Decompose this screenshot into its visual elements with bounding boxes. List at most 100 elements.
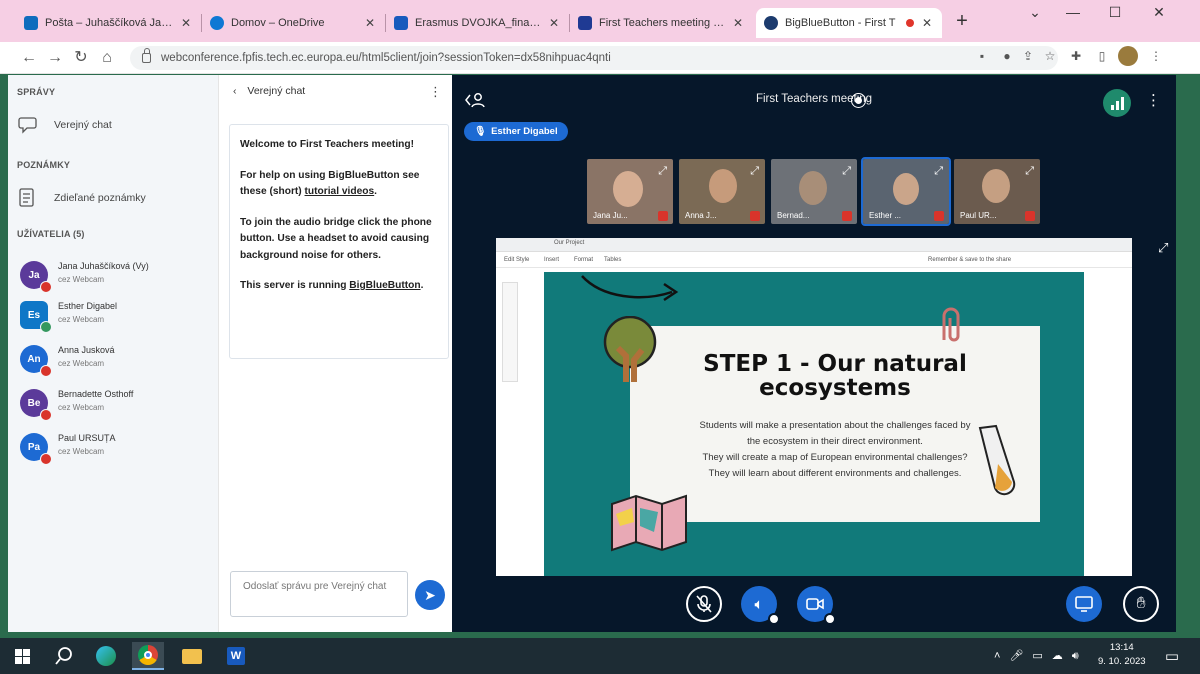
raise-hand-button[interactable]: ✋︎ [1123, 586, 1159, 622]
meeting-area: First Teachers meeting ⋮ 🎙 Esther Digabel… [452, 75, 1176, 632]
file-explorer-icon[interactable] [176, 642, 208, 670]
user-status: cez Webcam [58, 359, 105, 368]
public-chat-item[interactable]: Verejný chat [18, 115, 112, 135]
expand-icon: ⤢ [842, 165, 851, 177]
address-bar[interactable]: webconference.fpfis.tech.ec.europa.eu/ht… [130, 46, 1058, 70]
webcam-tile[interactable]: ⤢ Jana Ju... [587, 159, 673, 224]
muted-mic-icon [750, 211, 760, 221]
system-tray-icons[interactable]: ˄🎤︎▭☁︎🔊︎ [994, 649, 1088, 663]
user-list-item[interactable]: Be Bernadette Osthoff cez Webcam [20, 389, 215, 429]
close-window-button[interactable]: ✕ [1142, 4, 1176, 26]
home-icon[interactable]: ⌂ [96, 48, 118, 68]
share-icon[interactable]: ⇪ [1018, 46, 1038, 66]
muted-mic-badge-icon [40, 365, 52, 377]
connection-status-icon[interactable] [1103, 89, 1131, 117]
hand-icon: ✋︎ [1136, 595, 1146, 612]
shared-doc-toolbar [502, 282, 518, 382]
shared-doc-menu: Edit Style Insert Format Tables Remember… [496, 252, 1132, 268]
chevron-down-icon [824, 613, 836, 625]
mute-mic-button[interactable] [686, 586, 722, 622]
lock-icon [142, 48, 151, 63]
webcam-tile[interactable]: ⤢ Paul UR... [954, 159, 1040, 224]
video-camera-icon [806, 598, 824, 610]
tutorial-link[interactable]: tutorial videos [305, 186, 375, 197]
camera-icon[interactable]: ▪ [972, 46, 992, 66]
maximize-button[interactable]: ☐ [1098, 4, 1132, 26]
chevron-down-icon [768, 613, 780, 625]
muted-mic-icon [658, 211, 668, 221]
muted-mic-icon [934, 211, 944, 221]
help-text: For help on using BigBlueButton see thes… [240, 169, 420, 198]
reload-icon[interactable]: ↻ [70, 48, 92, 68]
windows-taskbar: W ˄🎤︎▭☁︎🔊︎ 13:14 9. 10. 2023 ▭ [0, 638, 1200, 674]
browser-tab-onedrive[interactable]: Domov – OneDrive ✕ [202, 8, 385, 38]
user-list-sidebar: SPRÁVY Verejný chat POZNÁMKY Zdieľané po… [8, 75, 218, 632]
microphone-icon[interactable]: ● [997, 46, 1017, 66]
recording-indicator-icon[interactable] [851, 93, 866, 108]
user-status: cez Webcam [58, 403, 105, 412]
close-icon[interactable]: ✕ [363, 16, 377, 30]
meeting-options-icon[interactable]: ⋮ [1146, 91, 1161, 109]
expand-icon: ⤢ [658, 165, 667, 177]
url-text: webconference.fpfis.tech.ec.europa.eu/ht… [161, 52, 611, 64]
presentation-button[interactable] [1066, 586, 1102, 622]
bbb-link[interactable]: BigBlueButton [349, 280, 420, 291]
user-list-item[interactable]: Es Esther Digabel cez Webcam [20, 301, 215, 341]
webcam-tile[interactable]: ⤢ Esther ... [861, 157, 951, 226]
eu-flag-icon [578, 16, 592, 30]
chrome-icon[interactable] [132, 642, 164, 670]
browser-tab-bbb[interactable]: BigBlueButton - First T ✕ [756, 8, 942, 38]
tab-title: First Teachers meeting | E [599, 17, 725, 29]
microphone-icon: 🎙 [474, 126, 487, 137]
shared-notes-label: Zdieľané poznámky [54, 192, 146, 204]
word-icon [394, 16, 408, 30]
edge-icon[interactable] [90, 642, 122, 670]
browser-tab-mail[interactable]: Pošta – Juhaščíková Jana – ✕ [16, 8, 201, 38]
windows-start-icon[interactable] [6, 642, 38, 670]
audio-button[interactable]: 🔈︎ [741, 586, 780, 625]
speaker-icon: 🔈︎ [754, 595, 764, 613]
user-status: cez Webcam [58, 315, 105, 324]
close-icon[interactable]: ✕ [179, 16, 193, 30]
user-list-item[interactable]: Pa Paul URSUȚA cez Webcam [20, 433, 215, 473]
browser-tab-eu[interactable]: First Teachers meeting | E ✕ [570, 8, 753, 38]
back-arrow-icon[interactable]: ← [18, 48, 40, 68]
notifications-icon[interactable]: ▭ [1156, 642, 1188, 670]
chat-header[interactable]: ‹ Verejný chat [233, 85, 305, 97]
profile-avatar[interactable] [1118, 46, 1138, 66]
user-name: Bernadette Osthoff [58, 389, 134, 399]
tab-title: Domov – OneDrive [231, 17, 325, 29]
chat-options-icon[interactable]: ⋮ [429, 84, 442, 100]
shared-notes-item[interactable]: Zdieľané poznámky [18, 187, 146, 209]
sidepanel-icon[interactable]: ▯ [1092, 46, 1112, 66]
search-icon[interactable] [48, 642, 80, 670]
muted-mic-badge-icon [40, 281, 52, 293]
tab-search-icon[interactable]: ⌄ [1018, 4, 1052, 26]
chrome-menu-icon[interactable]: ⋮ [1146, 46, 1166, 66]
webcam-button[interactable] [797, 586, 836, 625]
forward-arrow-icon[interactable]: → [44, 48, 66, 68]
user-list-item[interactable]: Ja Jana Juhaščíková (Vy) cez Webcam [20, 261, 215, 301]
browser-tab-word[interactable]: Erasmus DVOJKA_final.doc ✕ [386, 8, 569, 38]
minimize-button[interactable]: — [1056, 4, 1090, 26]
word-icon[interactable]: W [220, 642, 252, 670]
extensions-icon[interactable]: ✚ [1066, 46, 1086, 66]
avatar: An [20, 345, 52, 377]
fullscreen-icon[interactable]: ⤢ [1158, 240, 1168, 256]
clock-time: 13:14 [1109, 642, 1134, 653]
muted-mic-badge-icon [40, 409, 52, 421]
new-tab-button[interactable]: + [950, 10, 974, 34]
recording-dot-icon [906, 19, 914, 27]
chevron-left-icon[interactable]: ‹ [233, 85, 237, 97]
send-message-button[interactable]: ➤ [415, 580, 445, 610]
user-list-item[interactable]: An Anna Jusková cez Webcam [20, 345, 215, 385]
taskbar-clock[interactable]: 13:14 9. 10. 2023 [1098, 641, 1146, 669]
close-icon[interactable]: ✕ [731, 16, 745, 30]
webcam-tile[interactable]: ⤢ Anna J... [679, 159, 765, 224]
notes-header: POZNÁMKY [17, 160, 71, 170]
webcam-tile[interactable]: ⤢ Bernad... [771, 159, 857, 224]
chat-message-input[interactable]: Odoslať správu pre Verejný chat [230, 571, 408, 617]
close-icon[interactable]: ✕ [547, 16, 561, 30]
bookmark-star-icon[interactable]: ☆ [1040, 46, 1060, 66]
close-icon[interactable]: ✕ [920, 16, 934, 30]
